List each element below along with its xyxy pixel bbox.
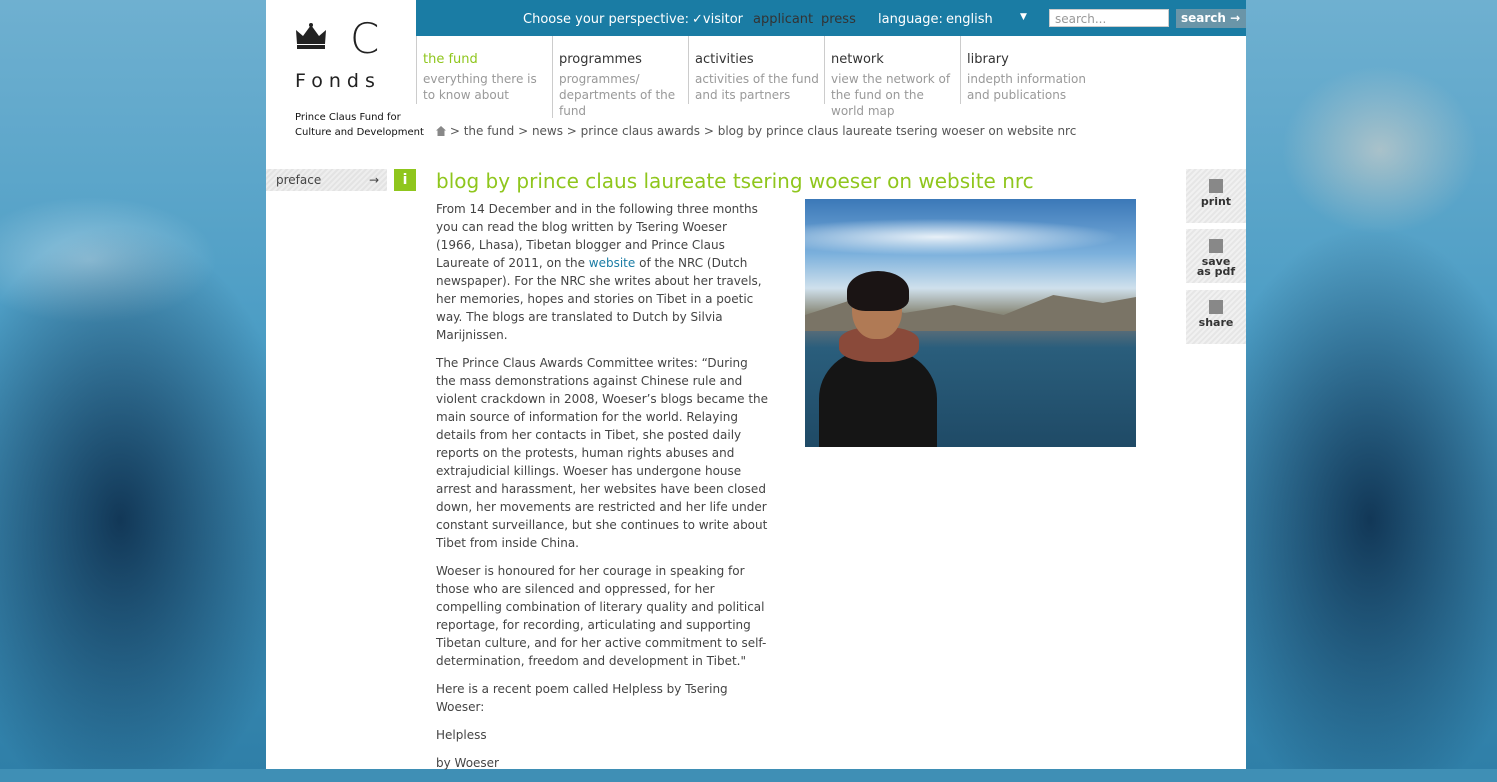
pdf-label-2: as pdf [1196,265,1236,278]
top-bar: Choose your perspective: ✓visitor applic… [416,0,1246,36]
nav-desc: everything there is to know about [423,72,537,102]
nav-item-network[interactable]: network view the network of the fund on … [824,36,959,118]
pdf-icon [1209,239,1223,253]
crown-icon [296,23,326,49]
perspective-visitor[interactable]: ✓visitor [692,12,743,27]
paragraph: From 14 December and in the following th… [436,200,769,344]
logo-subtitle-line1: Prince Claus Fund for [295,112,401,123]
breadcrumb-path[interactable]: > the fund > news > prince claus awards … [450,124,1077,138]
page-title: blog by prince claus laureate tsering wo… [436,169,1034,193]
paragraph: The Prince Claus Awards Committee writes… [436,356,769,550]
paragraph: Helpless [436,728,487,742]
search-button[interactable]: search → [1176,9,1246,28]
nav-desc: programmes/ departments of the fund [559,72,676,118]
main-nav: the fund everything there is to know abo… [416,36,1246,121]
print-label: print [1200,195,1232,208]
perspective-label: Choose your perspective: [523,12,690,27]
nav-item-the-fund[interactable]: the fund everything there is to know abo… [416,36,551,104]
logo[interactable]: C Fonds Prince Claus Fund for Culture an… [266,0,424,150]
photo-cloud [805,217,1136,257]
article-photo [805,199,1136,447]
nav-desc: indepth information and publications [967,72,1086,102]
share-icon [1209,300,1223,314]
paragraph: Here is a recent poem called Helpless by… [436,682,728,714]
printer-icon [1209,179,1223,193]
paragraph: by Woeser [436,756,499,770]
nav-title: the fund [423,52,478,67]
nav-item-programmes[interactable]: programmes programmes/ departments of th… [552,36,687,118]
nav-title: activities [695,52,754,67]
search-button-label: search [1181,11,1226,25]
share-button[interactable]: share [1186,290,1246,344]
photo-person [817,269,937,447]
nav-title: library [967,52,1009,67]
logo-letter: C [350,14,380,63]
logo-wordmark: Fonds [295,70,381,92]
logo-subtitle: Prince Claus Fund for Culture and Develo… [295,110,425,140]
nav-desc: view the network of the fund on the worl… [831,72,951,118]
article-body: From 14 December and in the following th… [436,200,769,782]
photo-hair [847,271,909,311]
print-button[interactable]: print [1186,169,1246,223]
preface-label: preface [276,173,322,187]
logo-subtitle-line2: Culture and Development [295,127,424,138]
arrow-right-icon: → [1230,11,1241,25]
chevron-down-icon[interactable]: ▼ [1020,12,1027,22]
home-icon[interactable] [436,126,446,136]
page-container: C Fonds Prince Claus Fund for Culture an… [266,0,1246,770]
photo-coat [819,349,937,447]
language-select[interactable]: english [946,12,993,27]
preface-button[interactable]: preface → [266,169,387,191]
perspective-applicant[interactable]: applicant [753,12,813,27]
nav-title: network [831,52,884,67]
perspective-press[interactable]: press [821,12,856,27]
perspective-visitor-label: visitor [702,12,743,27]
search-input[interactable]: search... [1049,9,1169,27]
arrow-right-icon: → [368,173,379,187]
nav-title: programmes [559,52,642,67]
nav-item-activities[interactable]: activities activities of the fund and it… [688,36,823,104]
website-link[interactable]: website [589,256,636,270]
save-pdf-button[interactable]: save as pdf [1186,229,1246,283]
paragraph: Woeser is honoured for her courage in sp… [436,564,767,668]
nav-item-library[interactable]: library indepth information and publicat… [960,36,1095,104]
nav-desc: activities of the fund and its partners [695,72,819,102]
share-label: share [1198,316,1234,329]
breadcrumb: > the fund > news > prince claus awards … [436,124,1076,138]
info-icon[interactable]: i [394,169,416,191]
language-label: language: [878,12,943,27]
